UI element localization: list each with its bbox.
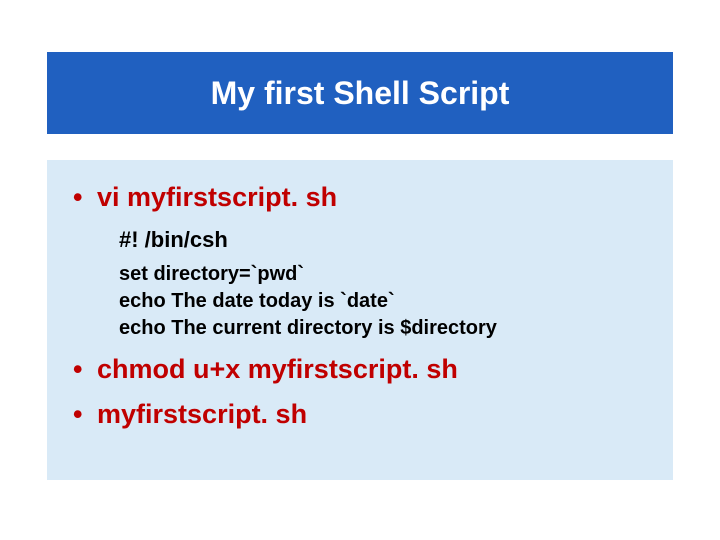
content-box: •vi myfirstscript. sh #! /bin/csh set di… [47, 160, 673, 480]
bullet-text-1: vi myfirstscript. sh [97, 182, 337, 212]
code-line-3: echo The current directory is $directory [119, 315, 647, 342]
bullet-dot-icon: • [73, 354, 97, 385]
code-block: set directory=`pwd` echo The date today … [73, 261, 647, 342]
bullet-text-3: myfirstscript. sh [97, 399, 307, 429]
bullet-dot-icon: • [73, 182, 97, 213]
bullet-text-2: chmod u+x myfirstscript. sh [97, 354, 458, 384]
code-line-1: set directory=`pwd` [119, 261, 647, 288]
slide: My first Shell Script •vi myfirstscript.… [0, 0, 720, 540]
bullet-item-3: •myfirstscript. sh [73, 399, 647, 430]
shebang-line: #! /bin/csh [119, 227, 647, 253]
title-bar: My first Shell Script [47, 52, 673, 134]
bullet-item-2: •chmod u+x myfirstscript. sh [73, 354, 647, 385]
bullet-item-1: •vi myfirstscript. sh [73, 182, 647, 213]
code-line-2: echo The date today is `date` [119, 288, 647, 315]
bullet-dot-icon: • [73, 399, 97, 430]
slide-title: My first Shell Script [211, 75, 510, 112]
